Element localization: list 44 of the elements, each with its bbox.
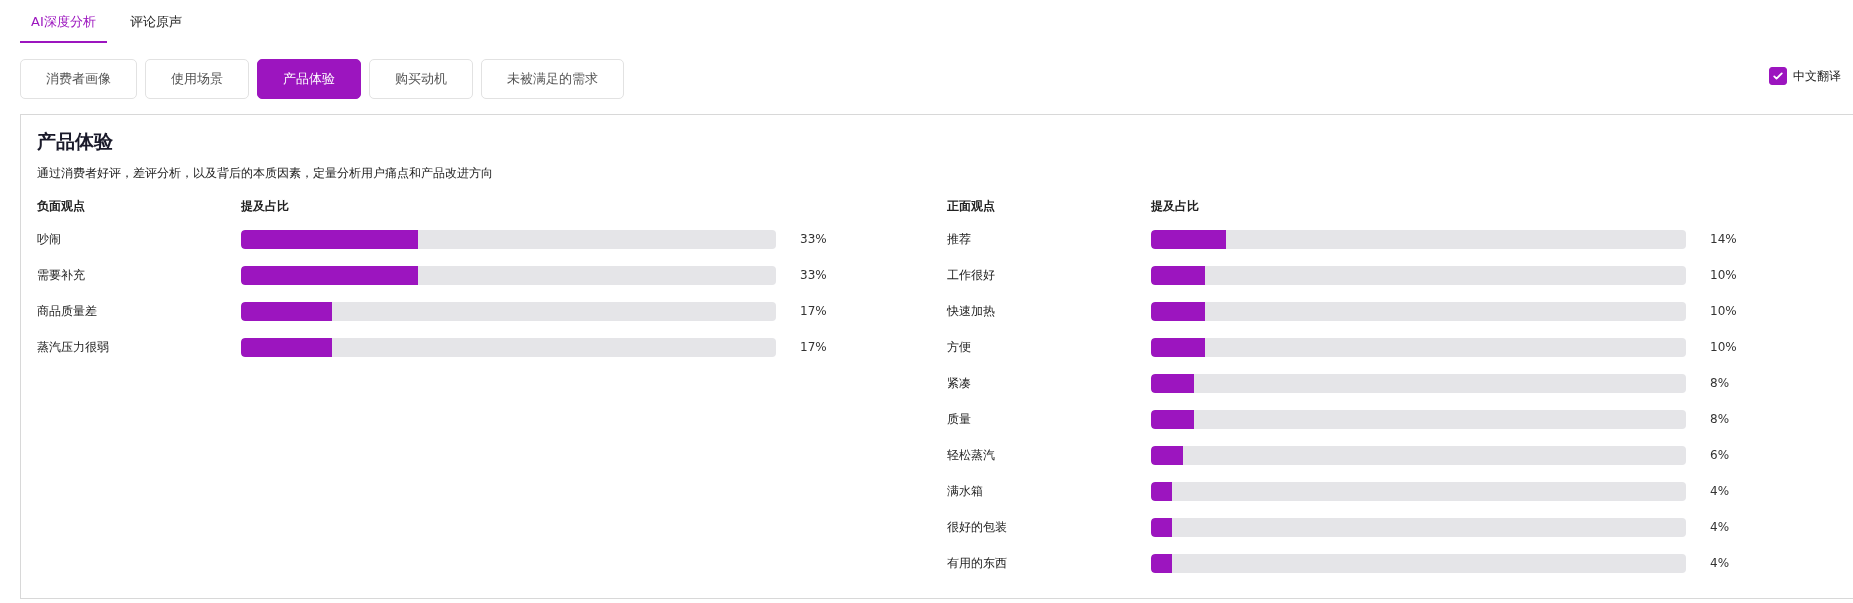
category-tab[interactable]: 购买动机 (369, 59, 473, 99)
opinion-label: 快速加热 (947, 302, 996, 320)
opinion-label: 工作很好 (947, 266, 996, 284)
category-tab[interactable]: 消费者画像 (20, 59, 137, 99)
category-tab[interactable]: 产品体验 (257, 59, 361, 99)
column-heading: 提及占比 (241, 197, 289, 215)
percentage: 4% (1710, 520, 1730, 534)
opinion-label: 紧凑 (947, 374, 972, 392)
percentage: 8% (1710, 412, 1730, 426)
category-tab[interactable]: 使用场景 (145, 59, 249, 99)
panel-title: 产品体验 (37, 129, 114, 154)
percentage: 4% (1710, 484, 1730, 498)
column-heading: 正面观点 (947, 197, 996, 215)
percentage: 6% (1710, 448, 1730, 462)
category-tab[interactable]: 未被满足的需求 (481, 59, 624, 99)
percentage: 10% (1710, 268, 1737, 282)
opinion-label: 蒸汽压力很弱 (37, 338, 110, 356)
opinion-label: 质量 (947, 410, 972, 428)
checkbox[interactable] (1769, 67, 1787, 85)
percentage: 10% (1710, 304, 1737, 318)
checkbox-label: 中文翻译 (1793, 67, 1841, 85)
column-heading: 提及占比 (1151, 197, 1199, 215)
opinion-label: 很好的包装 (947, 518, 1008, 536)
opinion-label: 满水箱 (947, 482, 984, 500)
opinion-label: 轻松蒸汽 (947, 446, 996, 464)
percentage: 8% (1710, 376, 1730, 390)
percentage: 17% (800, 304, 827, 318)
percentage: 33% (800, 268, 827, 282)
column-heading: 负面观点 (37, 197, 86, 215)
percentage: 14% (1710, 232, 1737, 246)
tab[interactable]: AI深度分析 (20, 10, 107, 43)
percentage: 10% (1710, 340, 1737, 354)
panel-description: 通过消费者好评，差评分析，以及背后的本质因素，定量分析用户痛点和产品改进方向 (37, 165, 494, 182)
opinion-label: 需要补充 (37, 266, 86, 284)
opinion-label: 商品质量差 (37, 302, 98, 320)
opinion-label: 有用的东西 (947, 554, 1008, 572)
percentage: 33% (800, 232, 827, 246)
percentage: 4% (1710, 556, 1730, 570)
checkmark-icon (1772, 70, 1784, 82)
percentage: 17% (800, 340, 827, 354)
opinion-label: 方便 (947, 338, 972, 356)
opinion-label: 推荐 (947, 230, 972, 248)
tab[interactable]: 评论原声 (118, 10, 193, 43)
opinion-label: 吵闹 (37, 230, 62, 248)
